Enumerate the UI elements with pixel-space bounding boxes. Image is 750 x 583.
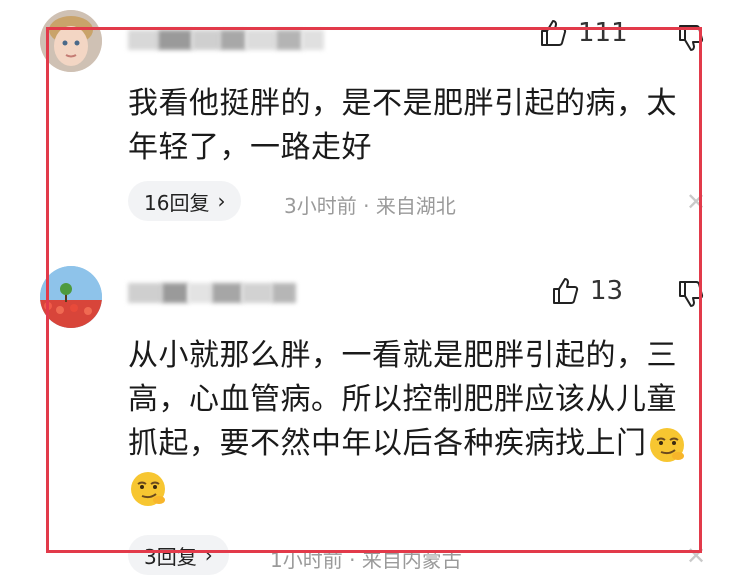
chevron-right-icon: › — [204, 543, 213, 567]
thumbs-up-icon — [553, 278, 579, 304]
like-count: 13 — [590, 276, 624, 306]
smirk-emoji-icon — [649, 427, 684, 462]
comment-location: 来自内蒙古 — [361, 548, 462, 572]
username-blurred[interactable] — [128, 283, 296, 303]
replies-button[interactable]: 3回复 › — [128, 535, 229, 575]
like-button[interactable]: 13 — [550, 276, 623, 306]
separator: · — [363, 194, 370, 218]
comment-time: 3小时前 — [284, 194, 357, 218]
thumbs-down-icon[interactable] — [676, 278, 704, 308]
reply-count: 16回复 — [144, 190, 210, 215]
like-button[interactable]: 111 — [538, 18, 628, 48]
like-count: 111 — [578, 18, 628, 48]
comment-text-body: 从小就那么胖，一看就是肥胖引起的，三高，心血管病。所以控制肥胖应该从儿童抓起，要… — [128, 338, 677, 461]
thumbs-down-icon[interactable] — [676, 22, 704, 52]
reply-count: 3回复 — [144, 544, 197, 569]
close-icon[interactable]: ✕ — [686, 190, 706, 214]
close-icon[interactable]: ✕ — [686, 544, 706, 568]
comment-time: 1小时前 — [270, 548, 343, 572]
user-avatar[interactable] — [40, 266, 102, 328]
smirk-emoji-icon — [131, 471, 165, 506]
comment-text: 我看他挺胖的，是不是肥胖引起的病，太年轻了，一路走好 — [128, 86, 677, 165]
comment-location: 来自湖北 — [375, 194, 456, 218]
comment-meta: 3小时前 · 来自湖北 — [284, 190, 456, 219]
chevron-right-icon: › — [217, 189, 226, 213]
comment-meta: 1小时前 · 来自内蒙古 — [270, 544, 462, 573]
separator: · — [349, 548, 356, 572]
comment-text: 从小就那么胖，一看就是肥胖引起的，三高，心血管病。所以控制肥胖应该从儿童抓起，要… — [128, 334, 703, 510]
user-avatar[interactable] — [40, 10, 102, 72]
username-blurred[interactable] — [128, 30, 324, 50]
replies-button[interactable]: 16回复 › — [128, 181, 242, 221]
thumbs-up-icon — [541, 20, 567, 46]
